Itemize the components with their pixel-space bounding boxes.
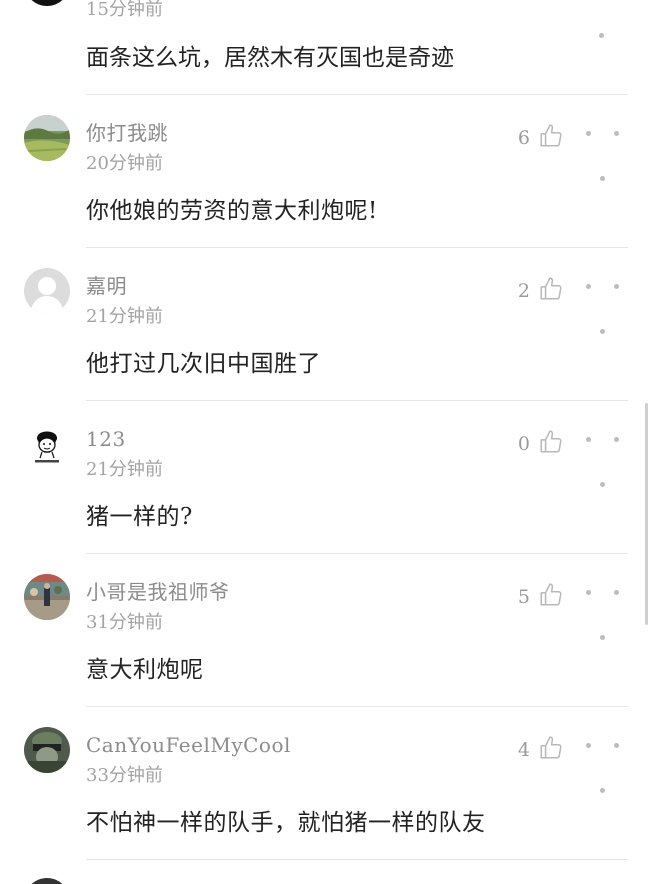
more-dots-icon[interactable] bbox=[582, 585, 624, 640]
avatar[interactable] bbox=[24, 268, 70, 314]
more-dots-icon[interactable] bbox=[582, 279, 624, 334]
username[interactable]: CanYouFeelMyCool bbox=[86, 731, 291, 759]
avatar[interactable] bbox=[24, 574, 70, 620]
more-dots-icon[interactable] bbox=[582, 738, 624, 793]
comment-text: 不怕神一样的队手，就怕猪一样的队友 bbox=[86, 810, 486, 836]
comment-text: 意大利炮呢 bbox=[86, 657, 204, 683]
thumbs-up-icon[interactable] bbox=[538, 735, 564, 761]
comment-feed: 15分钟前 面条这么坑，居然木有灭国也是奇迹 你打我跳 20分钟前 你他娘的劳资… bbox=[0, 0, 650, 884]
avatar[interactable] bbox=[24, 421, 70, 467]
comment-time: 21分钟前 bbox=[86, 459, 163, 480]
avatar[interactable] bbox=[24, 727, 70, 773]
like-count: 5 bbox=[517, 586, 530, 608]
comment-item: 你打我跳 20分钟前 你他娘的劳资的意大利炮呢! 6 bbox=[0, 95, 650, 248]
comment-item: 嘉明 21分钟前 他打过几次旧中国胜了 2 bbox=[0, 248, 650, 401]
more-dots-icon[interactable] bbox=[582, 126, 624, 181]
comment-item: 小哥是我祖师爷 31分钟前 意大利炮呢 5 bbox=[0, 554, 650, 707]
username[interactable]: 你打我跳 bbox=[86, 119, 168, 147]
comment-time: 31分钟前 bbox=[86, 612, 163, 633]
username[interactable]: 嘉明 bbox=[86, 272, 127, 300]
landscape-avatar-icon bbox=[24, 115, 70, 161]
street-avatar-icon bbox=[24, 574, 70, 620]
thumbs-up-icon[interactable] bbox=[538, 429, 564, 455]
comment-time: 20分钟前 bbox=[86, 153, 163, 174]
avatar[interactable] bbox=[24, 0, 70, 6]
comment-text: 面条这么坑，居然木有灭国也是奇迹 bbox=[86, 45, 454, 71]
soldier-avatar-icon bbox=[24, 727, 70, 773]
more-dots-icon[interactable] bbox=[582, 432, 624, 487]
meme-avatar-icon bbox=[24, 421, 70, 467]
thumbs-up-icon[interactable] bbox=[538, 582, 564, 608]
thumbs-up-icon[interactable] bbox=[538, 276, 564, 302]
username[interactable]: 小哥是我祖师爷 bbox=[86, 578, 230, 606]
divider bbox=[86, 859, 628, 860]
comment-item: CanYouFeelMyCool 33分钟前 不怕神一样的队手，就怕猪一样的队友… bbox=[0, 707, 650, 860]
default-avatar-icon bbox=[24, 268, 70, 314]
comment-text: 猪一样的? bbox=[86, 504, 193, 530]
comment-text: 你他娘的劳资的意大利炮呢! bbox=[86, 198, 378, 224]
comment-time: 15分钟前 bbox=[86, 0, 163, 20]
like-count: 6 bbox=[517, 127, 530, 149]
comment-time: 21分钟前 bbox=[86, 306, 163, 327]
like-count: 0 bbox=[517, 433, 530, 455]
avatar[interactable] bbox=[24, 878, 70, 884]
scrollbar[interactable] bbox=[645, 403, 648, 625]
comment-item: 123 21分钟前 猪一样的? 0 bbox=[0, 401, 650, 554]
like-count: 4 bbox=[517, 739, 530, 761]
like-count: 2 bbox=[517, 280, 530, 302]
more-dot-icon[interactable] bbox=[599, 33, 604, 38]
thumbs-up-icon[interactable] bbox=[538, 123, 564, 149]
avatar[interactable] bbox=[24, 115, 70, 161]
username[interactable]: 123 bbox=[86, 425, 126, 453]
comment-text: 他打过几次旧中国胜了 bbox=[86, 351, 321, 377]
comment-time: 33分钟前 bbox=[86, 765, 163, 786]
